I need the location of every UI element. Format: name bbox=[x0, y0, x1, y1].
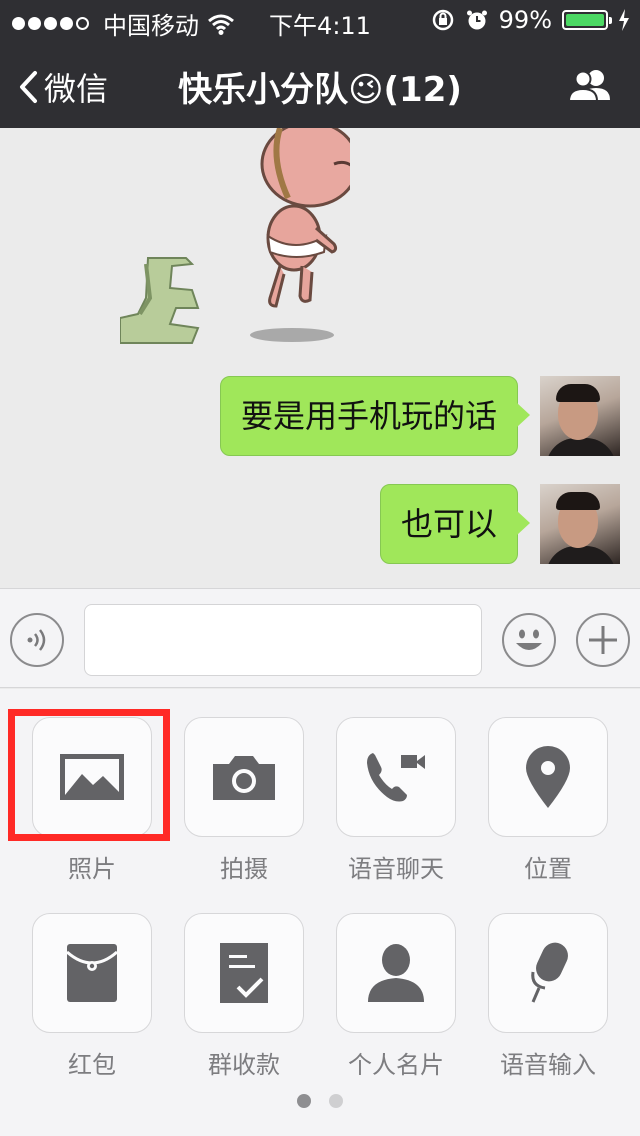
voice-wave-icon bbox=[27, 629, 46, 651]
emoji-button[interactable] bbox=[502, 613, 556, 667]
group-collect-icon bbox=[220, 943, 268, 1003]
charging-icon bbox=[619, 9, 629, 31]
camera-icon bbox=[213, 756, 275, 800]
tool-label: 照片 bbox=[68, 855, 116, 883]
tool-location[interactable]: 位置 bbox=[488, 717, 608, 884]
message-input[interactable] bbox=[84, 604, 482, 676]
tool-voice-chat[interactable]: 语音聊天 bbox=[336, 717, 456, 884]
avatar[interactable] bbox=[540, 376, 620, 456]
chat-title: 快乐小分队😉(12) bbox=[178, 70, 462, 110]
avatar[interactable] bbox=[540, 484, 620, 564]
smiley-icon bbox=[516, 629, 542, 650]
message-bubble[interactable]: 也可以 bbox=[379, 484, 531, 564]
tool-label: 位置 bbox=[524, 855, 572, 883]
location-icon bbox=[526, 746, 570, 808]
tool-contact-card[interactable]: 个人名片 bbox=[336, 913, 456, 1080]
message-bubble[interactable]: 要是用手机玩的话 bbox=[219, 376, 531, 456]
tool-red-packet[interactable]: 红包 bbox=[32, 913, 152, 1080]
rotation-lock-icon bbox=[432, 9, 453, 31]
page-indicator[interactable] bbox=[0, 1094, 640, 1108]
microphone-icon bbox=[531, 942, 568, 1003]
message-row: 要是用手机玩的话 bbox=[219, 376, 620, 456]
message-row: 也可以 bbox=[379, 484, 620, 564]
top-bar: 中国移动 下午4:11 99% 微信 快乐小分队😉(12) bbox=[0, 0, 640, 128]
battery-icon bbox=[562, 10, 612, 30]
tool-tile[interactable] bbox=[336, 913, 456, 1033]
input-bar bbox=[0, 588, 640, 688]
tool-label: 红包 bbox=[68, 1051, 116, 1079]
status-bar: 中国移动 下午4:11 99% bbox=[0, 0, 640, 40]
tool-tile[interactable] bbox=[488, 913, 608, 1033]
tool-label: 语音聊天 bbox=[348, 855, 444, 883]
red-packet-icon bbox=[67, 944, 117, 1002]
group-members-icon[interactable] bbox=[566, 68, 614, 102]
tool-tile[interactable] bbox=[336, 717, 456, 837]
tool-group-collect[interactable]: 群收款 bbox=[184, 913, 304, 1080]
page-dot-active[interactable] bbox=[297, 1094, 311, 1108]
voice-mode-button[interactable] bbox=[10, 613, 64, 667]
status-right: 99% bbox=[431, 6, 630, 34]
tool-tile[interactable] bbox=[32, 913, 152, 1033]
tool-label: 个人名片 bbox=[348, 1051, 444, 1079]
chat-area[interactable]: 要是用手机玩的话 也可以 bbox=[0, 128, 640, 588]
battery-percent: 99% bbox=[498, 6, 552, 34]
page-dot[interactable] bbox=[329, 1094, 343, 1108]
tool-label: 群收款 bbox=[208, 1051, 280, 1079]
plus-icon bbox=[589, 626, 617, 654]
tool-tile[interactable] bbox=[488, 717, 608, 837]
tool-tile[interactable] bbox=[184, 717, 304, 837]
tool-label: 拍摄 bbox=[220, 855, 268, 883]
alarm-icon bbox=[466, 10, 487, 30]
tool-camera[interactable]: 拍摄 bbox=[184, 717, 304, 884]
navigation-bar: 微信 快乐小分队😉(12) bbox=[0, 40, 640, 128]
tool-label: 语音输入 bbox=[500, 1051, 596, 1079]
contact-card-icon bbox=[368, 944, 424, 1002]
tool-voice-input[interactable]: 语音输入 bbox=[488, 913, 608, 1080]
animated-sticker bbox=[120, 128, 350, 344]
tool-tile[interactable] bbox=[184, 913, 304, 1033]
highlight-box bbox=[8, 709, 170, 841]
more-button[interactable] bbox=[576, 613, 630, 667]
voice-call-icon bbox=[367, 753, 425, 802]
more-tools-panel: 照片 拍摄 语音聊天 位置 红包 群收款 个人名片 语音输入 bbox=[0, 689, 640, 1136]
